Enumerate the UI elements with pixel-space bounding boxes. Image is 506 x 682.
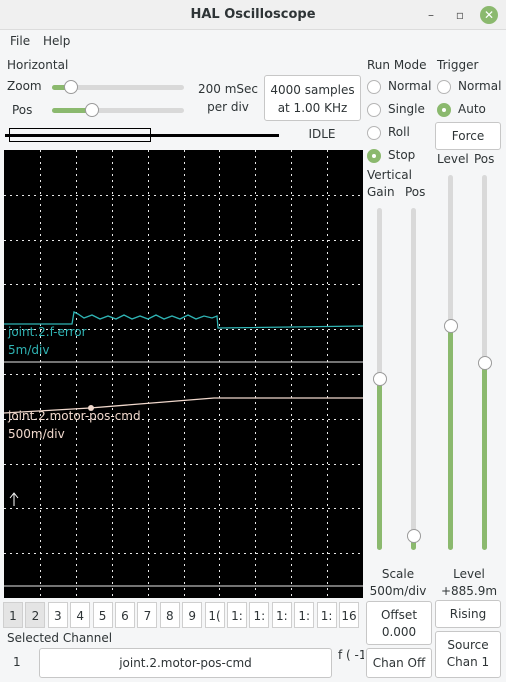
- trigger-level-fill: [448, 326, 453, 550]
- selected-channel-name[interactable]: joint.2.motor-pos-cmd: [39, 648, 332, 678]
- horizontal-title: Horizontal: [7, 58, 69, 72]
- channel-button[interactable]: 1: [3, 602, 23, 628]
- arrow-icon: [9, 492, 19, 506]
- trigger-mode-radio[interactable]: [437, 103, 451, 117]
- trigger-pos-knob[interactable]: [478, 356, 492, 370]
- channel-button[interactable]: 1:: [316, 602, 337, 628]
- trace2-name: joint.2.motor-pos-cmd: [8, 409, 141, 423]
- gain-slider[interactable]: [372, 208, 388, 550]
- minimize-icon[interactable]: –: [422, 6, 440, 24]
- run-mode-radio[interactable]: [367, 103, 381, 117]
- trigger-level-knob[interactable]: [444, 319, 458, 333]
- run-mode-title: Run Mode: [367, 58, 427, 72]
- offset-label: Offset: [380, 608, 418, 622]
- zoom-slider[interactable]: [52, 80, 184, 94]
- vertical-pos-slider-knob[interactable]: [407, 529, 421, 543]
- run-mode-option-label: Normal: [388, 79, 432, 93]
- vertical-title: Vertical: [367, 168, 412, 182]
- vertical-pos-label: Pos: [405, 185, 426, 199]
- scope-canvas: [4, 150, 363, 598]
- run-mode-radio[interactable]: [367, 80, 381, 94]
- trigger-pos-label: Pos: [474, 152, 495, 166]
- gain-slider-knob[interactable]: [373, 372, 387, 386]
- channel-button[interactable]: 1:: [294, 602, 315, 628]
- run-mode-radio[interactable]: [367, 149, 381, 163]
- channel-button[interactable]: 9: [182, 602, 203, 628]
- trigger-mode-option[interactable]: Normal: [436, 78, 504, 96]
- force-button[interactable]: Force: [435, 122, 501, 150]
- trigger-level-label: Level: [437, 152, 469, 166]
- channel-button[interactable]: 3: [47, 602, 68, 628]
- selected-channel-title: Selected Channel: [7, 631, 113, 645]
- channel-button[interactable]: 6: [115, 602, 135, 628]
- status-label: IDLE: [308, 127, 336, 141]
- source-label: Source: [447, 638, 489, 652]
- offset-value: 0.000: [381, 625, 417, 639]
- menu-file[interactable]: File: [10, 34, 30, 48]
- trace1-name: joint.2.f-error: [8, 325, 87, 339]
- trigger-edge-button[interactable]: Rising: [435, 600, 501, 628]
- run-mode-option-label: Stop: [388, 148, 416, 162]
- channel-button[interactable]: 4: [70, 602, 91, 628]
- close-icon[interactable]: ✕: [480, 6, 498, 24]
- channel-button[interactable]: 16: [339, 602, 359, 628]
- run-mode-option-label: Roll: [388, 125, 410, 139]
- gain-slider-fill: [377, 379, 382, 550]
- channel-button[interactable]: 2: [25, 602, 46, 628]
- selected-channel-formula: f ( -1: [338, 648, 364, 662]
- channel-button[interactable]: 7: [137, 602, 158, 628]
- sample-rate-line1: 200 mSec: [197, 82, 258, 96]
- gain-label: Gain: [367, 185, 395, 199]
- record-window[interactable]: [9, 128, 151, 142]
- run-mode-option[interactable]: Roll: [366, 124, 434, 142]
- pos-slider[interactable]: [52, 103, 184, 117]
- trigger-mode-option-label: Normal: [458, 79, 502, 93]
- menu-help[interactable]: Help: [43, 34, 70, 48]
- maximize-icon[interactable]: ▫: [451, 6, 469, 24]
- channel-button[interactable]: 5: [92, 602, 113, 628]
- pos-slider-knob[interactable]: [85, 103, 99, 117]
- trace1-scale: 5m/div: [8, 343, 50, 357]
- source-value: Chan 1: [446, 655, 490, 669]
- channel-button[interactable]: 1(: [204, 602, 225, 628]
- channel-button[interactable]: 8: [159, 602, 180, 628]
- trigger-pos-fill: [482, 363, 487, 550]
- selected-channel-number: 1: [13, 655, 21, 669]
- scale-value: 500m/div: [369, 584, 427, 598]
- offset-button[interactable]: Offset 0.000: [366, 601, 432, 645]
- channel-button[interactable]: 1:: [271, 602, 292, 628]
- channel-button[interactable]: 1:: [227, 602, 247, 628]
- run-mode-option[interactable]: Single: [366, 101, 434, 119]
- zoom-slider-knob[interactable]: [64, 80, 78, 94]
- samples-line2: at 1.00 KHz: [277, 101, 348, 115]
- run-mode-radio[interactable]: [367, 126, 381, 140]
- run-mode-option[interactable]: Stop: [366, 147, 434, 165]
- trigger-pos-slider[interactable]: [477, 175, 493, 550]
- samples-line1: 4000 samples: [270, 83, 355, 97]
- trigger-source-button[interactable]: Source Chan 1: [435, 631, 501, 678]
- channel-button[interactable]: 1:: [249, 602, 270, 628]
- zoom-label: Zoom: [7, 79, 42, 93]
- trigger-level-value: +885.9m: [440, 584, 498, 598]
- samples-button[interactable]: 4000 samples at 1.00 KHz: [264, 75, 361, 121]
- scale-label: Scale: [381, 567, 415, 581]
- trigger-level-value-label: Level: [453, 567, 485, 581]
- pos-label: Pos: [12, 103, 33, 117]
- menu-bar: File Help: [0, 31, 506, 53]
- title-bar: HAL Oscilloscope – ▫ ✕: [0, 0, 506, 30]
- trace2-scale: 500m/div: [8, 427, 65, 441]
- vertical-pos-slider-track: [411, 208, 416, 550]
- run-mode-option[interactable]: Normal: [366, 78, 434, 96]
- record-position-bar[interactable]: [5, 126, 279, 144]
- run-mode-option-label: Single: [388, 102, 425, 116]
- trigger-mode-option-label: Auto: [458, 102, 486, 116]
- chan-off-button[interactable]: Chan Off: [366, 648, 432, 678]
- vertical-pos-slider[interactable]: [406, 208, 422, 550]
- trigger-title: Trigger: [437, 58, 479, 72]
- trigger-mode-option[interactable]: Auto: [436, 101, 504, 119]
- scope-display[interactable]: joint.2.f-error 5m/div joint.2.motor-pos…: [4, 150, 363, 598]
- sample-rate-line2: per div: [207, 100, 249, 114]
- trigger-mode-radio[interactable]: [437, 80, 451, 94]
- trigger-level-slider[interactable]: [443, 175, 459, 550]
